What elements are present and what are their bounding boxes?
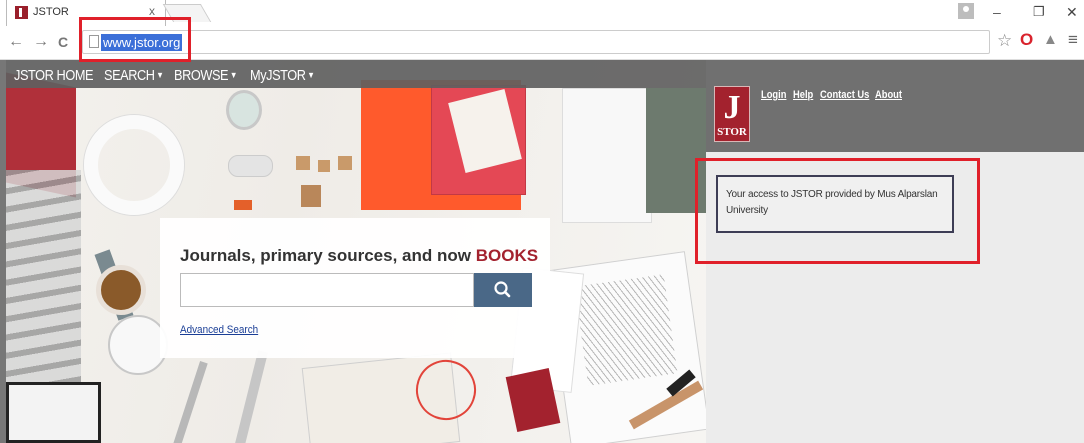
wood-block-deco (301, 185, 321, 207)
help-link[interactable]: Help (793, 89, 813, 101)
nav-label: MyJSTOR (250, 67, 306, 84)
jstor-favicon-icon (15, 6, 28, 19)
tape-deco (228, 155, 273, 177)
eraser-deco (234, 200, 252, 210)
window-minimize-button[interactable]: – (993, 4, 1001, 20)
nav-search[interactable]: SEARCH ▼ (104, 67, 164, 84)
browser-tabstrip: JSTOR x – ❐ ✕ (0, 0, 1084, 26)
opera-icon[interactable]: O (1020, 30, 1033, 50)
caret-down-icon: ▼ (307, 70, 315, 80)
jstor-logo[interactable]: J STOR (714, 86, 750, 142)
nav-browse[interactable]: BROWSE ▼ (174, 67, 237, 84)
menu-icon[interactable]: ≡ (1068, 30, 1078, 50)
caret-down-icon: ▼ (156, 70, 164, 80)
sidebar-header: J STOR Login Help Contact Us About (706, 60, 1084, 152)
access-notice-text: Your access to JSTOR provided by Mus Alp… (726, 189, 938, 216)
hero-image: JSTOR HOME SEARCH ▼ BROWSE ▼ MyJSTOR ▼ Jour… (6, 60, 706, 443)
wood-block-deco (296, 156, 310, 170)
advanced-search-link[interactable]: Advanced Search (180, 324, 258, 336)
search-card: Journals, primary sources, and now BOOKS… (160, 218, 550, 358)
tab-title: JSTOR (33, 6, 69, 18)
reload-icon[interactable]: C (58, 34, 68, 50)
wood-block-deco (318, 160, 330, 172)
coffee-cup-deco (96, 265, 146, 315)
nav-jstor-home[interactable]: JSTOR HOME (14, 67, 94, 84)
logo-letter: J (723, 89, 741, 126)
page-icon (89, 35, 99, 48)
main-nav: JSTOR HOME SEARCH ▼ BROWSE ▼ MyJSTOR ▼ (6, 60, 706, 88)
search-button[interactable] (474, 273, 532, 307)
tab-close-icon[interactable]: x (149, 4, 155, 18)
forward-arrow-icon[interactable]: → (33, 33, 49, 51)
ruler-deco (172, 360, 208, 443)
browser-toolbar: ← → C www.jstor.org ☆ O ▲ ≡ (0, 26, 1084, 60)
search-heading-accent: BOOKS (475, 246, 539, 265)
window-maximize-button[interactable]: ❐ (1033, 4, 1045, 20)
profile-icon[interactable] (958, 3, 974, 19)
nav-label: JSTOR HOME (14, 67, 94, 84)
window-close-button[interactable]: ✕ (1066, 4, 1078, 21)
green-notebook-deco (646, 88, 706, 213)
bookmark-star-icon[interactable]: ☆ (997, 31, 1012, 51)
sidebar: J STOR Login Help Contact Us About Your … (706, 60, 1084, 443)
clock-deco (108, 315, 168, 375)
new-tab-button[interactable] (162, 4, 212, 22)
tree-drawing-deco (574, 274, 678, 386)
frame-deco (6, 382, 101, 443)
login-link[interactable]: Login (761, 89, 786, 101)
browser-tab-jstor[interactable]: JSTOR x (6, 0, 166, 26)
url-text[interactable]: www.jstor.org (101, 34, 183, 51)
about-link[interactable]: About (875, 89, 902, 101)
ruler-deco (234, 350, 268, 443)
magnifier-icon (494, 281, 511, 298)
search-heading: Journals, primary sources, and now BOOKS (180, 246, 538, 266)
address-bar[interactable]: www.jstor.org (82, 30, 990, 54)
extension-icon[interactable]: ▲ (1043, 31, 1058, 48)
jstor-page: JSTOR HOME SEARCH ▼ BROWSE ▼ MyJSTOR ▼ Jour… (0, 60, 1084, 443)
white-ring-deco (84, 115, 184, 215)
back-arrow-icon[interactable]: ← (8, 33, 24, 51)
search-heading-text: Journals, primary sources, and now (180, 246, 471, 265)
access-notice: Your access to JSTOR provided by Mus Alp… (716, 175, 954, 233)
contact-us-link[interactable]: Contact Us (820, 89, 869, 101)
nav-myjstor[interactable]: MyJSTOR ▼ (250, 67, 315, 84)
search-input[interactable] (180, 273, 474, 307)
nav-label: SEARCH (104, 67, 155, 84)
wood-block-deco (338, 156, 352, 170)
cup-deco (226, 90, 262, 130)
caret-down-icon: ▼ (229, 70, 238, 80)
logo-word: STOR (717, 126, 747, 138)
nav-label: BROWSE (174, 67, 229, 84)
white-notebook-deco (562, 88, 652, 223)
